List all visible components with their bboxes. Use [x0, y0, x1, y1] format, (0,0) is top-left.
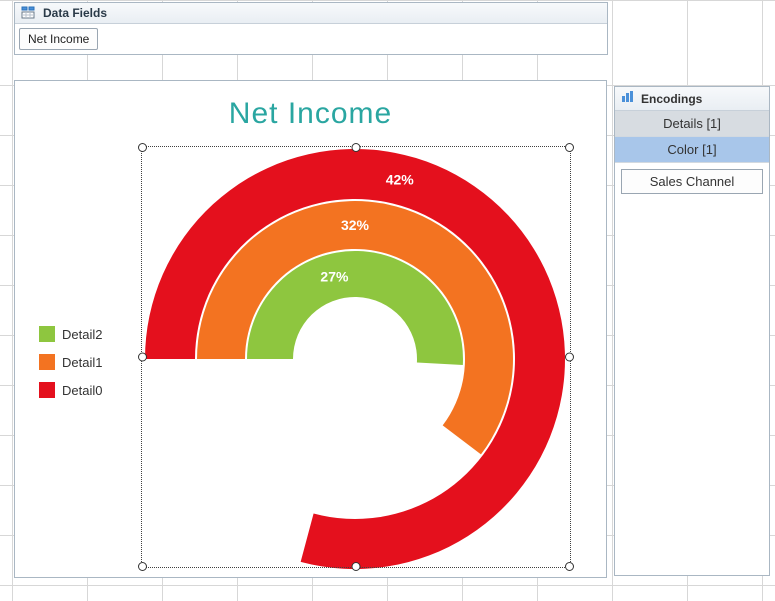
data-fields-panel: Data Fields Net Income: [14, 2, 608, 55]
resize-handle[interactable]: [138, 353, 147, 362]
encodings-panel: Encodings Details [1] Color [1] Sales Ch…: [614, 86, 770, 576]
data-fields-body: Net Income: [15, 24, 607, 54]
encodings-icon: [621, 91, 635, 106]
resize-handle[interactable]: [138, 562, 147, 571]
legend-swatch: [39, 382, 55, 398]
data-fields-header: Data Fields: [15, 3, 607, 24]
chart-selection-box[interactable]: [141, 146, 571, 568]
field-pill-net-income[interactable]: Net Income: [19, 28, 98, 50]
chart-legend: Detail2 Detail1 Detail0: [39, 326, 102, 410]
chart-title: Net Income: [15, 97, 606, 131]
legend-swatch: [39, 354, 55, 370]
legend-item-detail1[interactable]: Detail1: [39, 354, 102, 370]
resize-handle[interactable]: [352, 143, 361, 152]
resize-handle[interactable]: [565, 143, 574, 152]
resize-handle[interactable]: [565, 353, 574, 362]
legend-item-detail2[interactable]: Detail2: [39, 326, 102, 342]
encodings-color-row[interactable]: Color [1]: [615, 137, 769, 163]
resize-handle[interactable]: [565, 562, 574, 571]
encodings-header: Encodings: [615, 87, 769, 111]
resize-handle[interactable]: [352, 562, 361, 571]
data-fields-title: Data Fields: [43, 6, 107, 20]
encodings-item-sales-channel[interactable]: Sales Channel: [621, 169, 763, 194]
encodings-details-row[interactable]: Details [1]: [615, 111, 769, 137]
encodings-title: Encodings: [641, 92, 702, 106]
legend-label: Detail1: [62, 355, 102, 370]
resize-handle[interactable]: [138, 143, 147, 152]
legend-label: Detail0: [62, 383, 102, 398]
legend-swatch: [39, 326, 55, 342]
chart-panel: Net Income 42%32%27% Detail2 Detail1 Det…: [14, 80, 607, 578]
data-fields-icon: [21, 6, 37, 20]
legend-item-detail0[interactable]: Detail0: [39, 382, 102, 398]
legend-label: Detail2: [62, 327, 102, 342]
